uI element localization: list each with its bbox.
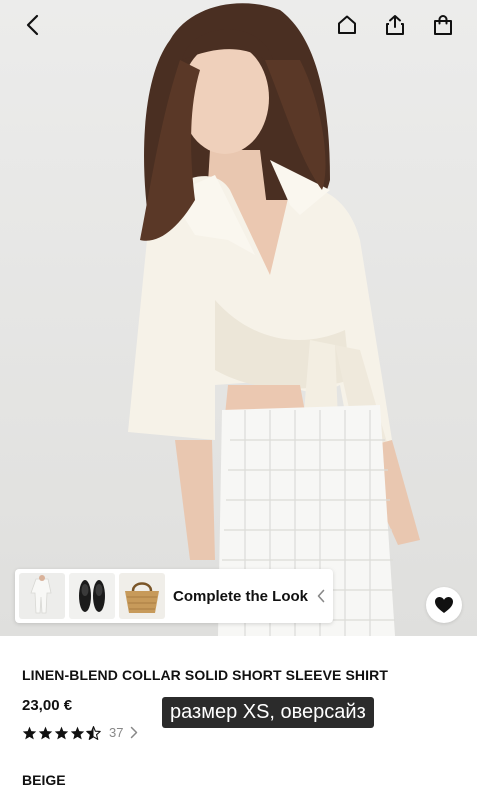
top-navigation-bar <box>0 0 477 50</box>
complete-the-look-label: Complete the Look <box>173 587 309 605</box>
home-icon <box>338 15 356 34</box>
star-icon <box>70 726 85 739</box>
complete-the-look-panel[interactable]: Complete the Look <box>15 569 333 623</box>
rating-row[interactable]: 37 <box>22 725 138 740</box>
straw-bag-thumbnail[interactable] <box>119 573 165 619</box>
star-icon <box>22 726 37 739</box>
star-icon <box>38 726 53 739</box>
product-title: LINEN-BLEND COLLAR SOLID SHORT SLEEVE SH… <box>22 667 388 683</box>
shopping-bag-icon <box>434 15 452 35</box>
rating-count: 37 <box>109 725 124 740</box>
size-overlay-caption: размер XS, оверсайз <box>162 697 374 728</box>
chevron-right-icon <box>130 726 138 739</box>
favorite-button[interactable] <box>426 587 462 623</box>
product-price: 23,00 € <box>22 697 73 714</box>
heart-icon <box>435 597 453 613</box>
half-star-icon <box>86 725 101 740</box>
home-button[interactable] <box>330 8 364 42</box>
chevron-left-icon[interactable] <box>316 588 328 604</box>
share-button[interactable] <box>378 8 412 42</box>
star-icon <box>54 726 69 739</box>
rating-stars <box>22 725 101 740</box>
shopping-bag-button[interactable] <box>426 8 460 42</box>
white-outfit-thumbnail[interactable] <box>19 573 65 619</box>
product-color: BEIGE <box>22 772 66 788</box>
chevron-left-icon <box>26 14 39 36</box>
model-photo <box>0 0 477 636</box>
back-button[interactable] <box>16 8 50 42</box>
share-icon <box>386 15 404 35</box>
black-flats-thumbnail[interactable] <box>69 573 115 619</box>
product-image[interactable] <box>0 0 477 636</box>
